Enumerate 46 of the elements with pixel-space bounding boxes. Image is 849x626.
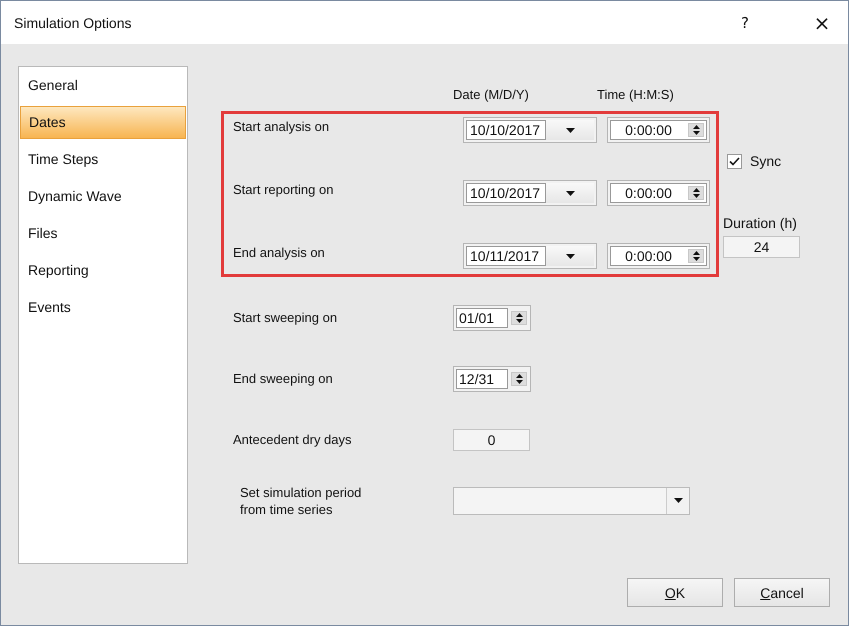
- caret-icon: [566, 128, 574, 132]
- field-label: Duration (h): [723, 215, 798, 231]
- window-title: Simulation Options: [14, 14, 133, 30]
- date-picker[interactable]: 10/11/2017: [463, 243, 597, 269]
- column-header: Time (H:M:S): [597, 87, 674, 102]
- spin-field[interactable]: 12/31: [456, 368, 508, 388]
- caret-icon: [674, 498, 682, 503]
- close-button[interactable]: ×: [802, 8, 842, 38]
- up-down-arrows-icon: [692, 251, 700, 261]
- sidebar-item[interactable]: Files: [20, 217, 186, 250]
- date-picker[interactable]: 10/10/2017: [463, 180, 597, 206]
- category-list[interactable]: General Dates Time Steps Dynamic Wave Files Reporting Events: [18, 66, 188, 564]
- sidebar-item[interactable]: Events: [20, 291, 186, 324]
- field-label: Start analysis on: [233, 118, 330, 136]
- spin-field[interactable]: 01/01: [456, 308, 508, 328]
- caret-icon: [566, 254, 574, 258]
- column-header: Date (M/D/Y): [453, 87, 530, 102]
- field-label: Set simulation period from time series: [239, 484, 362, 518]
- field-label: End analysis on: [233, 244, 326, 262]
- up-down-arrows-icon: [692, 188, 700, 198]
- sidebar-item[interactable]: Dates: [20, 106, 186, 139]
- up-down-arrows-icon: [516, 312, 522, 322]
- spinner-button[interactable]: [511, 372, 527, 386]
- sidebar-item[interactable]: Dynamic Wave: [20, 180, 186, 213]
- spinner-button[interactable]: [688, 249, 704, 263]
- checkbox[interactable]: [727, 154, 742, 168]
- sidebar-item[interactable]: Reporting: [20, 254, 186, 287]
- spinner-button[interactable]: [688, 186, 704, 200]
- dialog-button[interactable]: Cancel: [734, 578, 830, 607]
- field-label: End sweeping on: [232, 371, 334, 386]
- dialog-button[interactable]: OK: [627, 578, 723, 607]
- field-label: Antecedent dry days: [232, 432, 353, 447]
- field-label: Start reporting on: [233, 181, 334, 199]
- up-down-arrows-icon: [692, 125, 700, 135]
- spinner-button[interactable]: [688, 123, 704, 137]
- number-field[interactable]: 0: [453, 428, 530, 450]
- caret-icon: [566, 190, 574, 196]
- field-label: Start sweeping on: [232, 310, 338, 325]
- checkbox-label: Sync: [750, 153, 782, 169]
- help-button[interactable]: ?: [725, 8, 765, 38]
- date-picker[interactable]: 10/10/2017: [463, 117, 597, 143]
- spinner-button[interactable]: [511, 310, 527, 324]
- up-down-arrows-icon: [516, 374, 522, 384]
- duration-field[interactable]: 24: [723, 236, 800, 258]
- sidebar-item[interactable]: Time Steps: [20, 143, 186, 176]
- sidebar-item[interactable]: General: [20, 69, 186, 102]
